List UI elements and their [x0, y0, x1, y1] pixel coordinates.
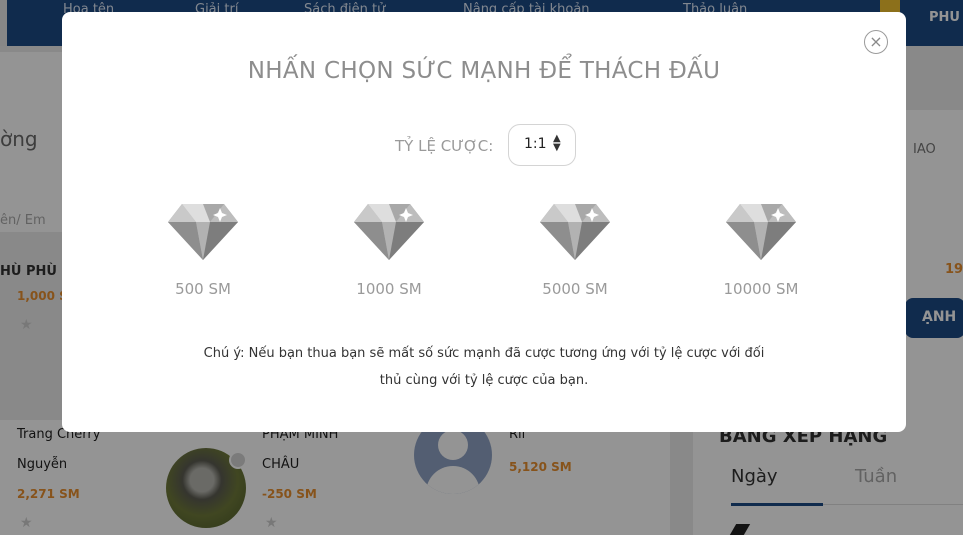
option-500-label[interactable]: 500 SM	[143, 280, 263, 298]
modal-title: NHẤN CHỌN SỨC MẠNH ĐỂ THÁCH ĐẤU	[247, 58, 721, 84]
close-icon[interactable]: ×	[864, 30, 888, 54]
diamond-icon[interactable]	[354, 204, 424, 260]
ratio-label: TỶ LỆ CƯỢC:	[395, 137, 494, 155]
warning-note-line1: Chú ý: Nếu bạn thua bạn sẽ mất số sức mạ…	[203, 346, 765, 361]
ratio-select[interactable]: 1:1 ▲ ▼	[508, 124, 576, 166]
option-5000-label[interactable]: 5000 SM	[515, 280, 635, 298]
challenge-modal: NHẤN CHỌN SỨC MẠNH ĐỂ THÁCH ĐẤU × TỶ LỆ …	[62, 12, 906, 432]
option-1000-label[interactable]: 1000 SM	[329, 280, 449, 298]
diamond-icon[interactable]	[168, 204, 238, 260]
diamond-icon[interactable]	[726, 204, 796, 260]
diamond-icon[interactable]	[540, 204, 610, 260]
ratio-select-value: 1:1	[524, 136, 547, 152]
warning-note: Chú ý: Nếu bạn thua bạn sẽ mất số sức mạ…	[132, 340, 836, 394]
option-10000-label[interactable]: 10000 SM	[701, 280, 821, 298]
select-arrows-icon: ▲ ▼	[553, 133, 561, 153]
warning-note-line2: thủ cùng với tỷ lệ cược của bạn.	[379, 373, 589, 388]
